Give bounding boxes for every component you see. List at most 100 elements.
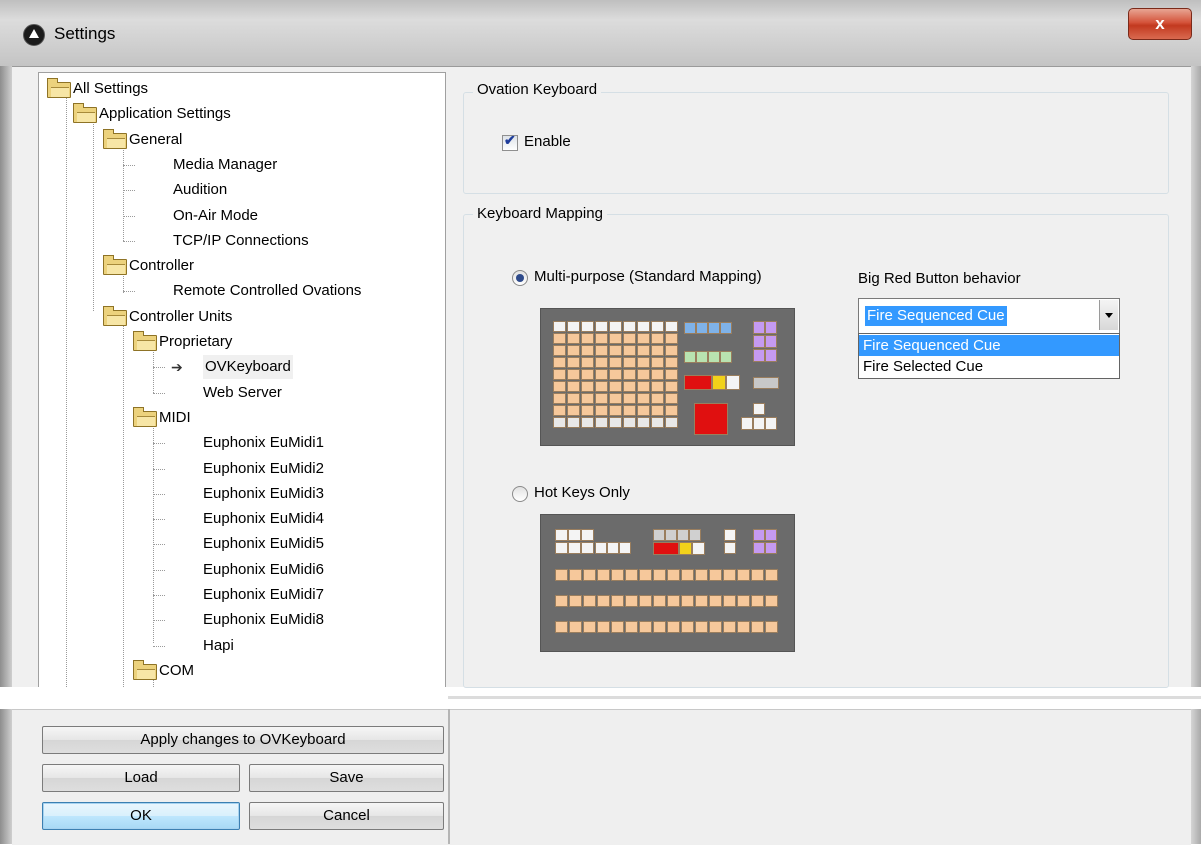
keyboard-key — [553, 369, 566, 380]
keyboard-key — [639, 595, 652, 607]
tree-line — [153, 468, 165, 470]
tree-node-label: OVKeyboard — [203, 355, 293, 380]
keyboard-key — [765, 321, 777, 334]
keyboard-key — [567, 369, 580, 380]
tree-node-label: Controller Units — [129, 307, 233, 325]
keyboard-key — [751, 621, 764, 633]
close-button[interactable]: x — [1128, 8, 1192, 40]
keyboard-key — [724, 542, 736, 554]
hot-keys-only-label[interactable]: Hot Keys Only — [534, 484, 630, 501]
tree-node[interactable]: Euphonix EuMidi7 — [39, 583, 443, 607]
dropdown-option[interactable]: Fire Selected Cue — [859, 356, 1119, 377]
keyboard-key — [581, 381, 594, 392]
tree-node[interactable]: Hapi — [39, 634, 443, 658]
keyboard-key — [595, 345, 608, 356]
tree-node[interactable]: On-Air Mode — [39, 204, 443, 228]
keyboard-key — [651, 333, 664, 344]
keyboard-key — [581, 345, 594, 356]
tree-node[interactable]: All Settings — [39, 77, 443, 101]
load-button[interactable]: Load — [42, 764, 240, 792]
keyboard-key — [567, 405, 580, 416]
tree-node[interactable]: MIDI — [39, 406, 443, 430]
tree-node[interactable]: Euphonix EuMidi6 — [39, 558, 443, 582]
tree-node[interactable]: Controller — [39, 254, 443, 278]
keyboard-key — [623, 381, 636, 392]
tree-node[interactable]: Proprietary — [39, 330, 443, 354]
keyboard-key — [553, 381, 566, 392]
save-button[interactable]: Save — [249, 764, 444, 792]
tree-node-label: Euphonix EuMidi1 — [203, 434, 324, 452]
keyboard-key — [653, 595, 666, 607]
tree-node[interactable]: General — [39, 128, 443, 152]
ok-button[interactable]: OK — [42, 802, 240, 830]
ovation-keyboard-group-label: Ovation Keyboard — [473, 81, 602, 98]
keyboard-key — [653, 529, 665, 541]
enable-checkbox[interactable]: ✔ — [502, 132, 518, 151]
tree-node[interactable]: Euphonix EuMidi5 — [39, 532, 443, 556]
tree-node[interactable]: Euphonix EuMidi4 — [39, 507, 443, 531]
tree-node-label: Controller — [129, 257, 195, 275]
keyboard-key — [665, 369, 678, 380]
keyboard-key — [581, 417, 594, 428]
keyboard-key — [569, 621, 582, 633]
big-red-button-dropdown[interactable]: Fire Sequenced Cue Fire Selected Cue — [858, 333, 1120, 379]
keyboard-key — [765, 569, 778, 581]
tree-node[interactable]: Web Server — [39, 381, 443, 405]
keyboard-key — [567, 321, 580, 332]
keyboard-key — [637, 321, 650, 332]
keyboard-key — [609, 405, 622, 416]
hot-keys-only-radio[interactable] — [512, 486, 528, 502]
tree-node[interactable]: Media Manager — [39, 153, 443, 177]
tree-node[interactable]: TCP/IP Connections — [39, 229, 443, 253]
keyboard-key — [609, 333, 622, 344]
tree-node[interactable]: Remote Controlled Ovations — [39, 279, 443, 303]
tree-line — [153, 443, 165, 445]
keyboard-key — [611, 595, 624, 607]
tree-node[interactable]: Euphonix EuMidi3 — [39, 482, 443, 506]
dropdown-option[interactable]: Fire Sequenced Cue — [859, 335, 1119, 356]
keyboard-key — [625, 569, 638, 581]
tree-node[interactable]: Euphonix EuMidi1 — [39, 431, 443, 455]
enable-label[interactable]: Enable — [524, 133, 571, 150]
checkmark-icon: ✔ — [504, 132, 516, 148]
keyboard-key — [553, 405, 566, 416]
keyboard-key — [553, 417, 566, 428]
keyboard-key — [651, 393, 664, 404]
big-red-button-value: Fire Sequenced Cue — [865, 306, 1007, 326]
multi-purpose-label[interactable]: Multi-purpose (Standard Mapping) — [534, 268, 762, 285]
keyboard-key — [723, 621, 736, 633]
big-red-button-select[interactable]: Fire Sequenced Cue — [858, 298, 1120, 334]
settings-tree[interactable]: All Settings Application Settings General M… — [38, 72, 446, 688]
title-bar[interactable]: Settings x — [0, 0, 1201, 67]
keyboard-key — [623, 405, 636, 416]
keyboard-key — [609, 381, 622, 392]
tree-node[interactable]: ➔ OVKeyboard — [39, 355, 443, 380]
keyboard-key — [555, 595, 568, 607]
apply-changes-button[interactable]: Apply changes to OVKeyboard — [42, 726, 444, 754]
tree-node-label: Euphonix EuMidi7 — [203, 586, 324, 603]
chevron-down-icon[interactable] — [1099, 300, 1118, 330]
multi-purpose-radio[interactable] — [512, 270, 528, 286]
tree-node[interactable]: Application Settings — [39, 102, 443, 126]
tree-node-label: Euphonix EuMidi5 — [203, 535, 324, 553]
tree-node[interactable]: Euphonix EuMidi8 — [39, 608, 443, 632]
cancel-button[interactable]: Cancel — [249, 802, 444, 830]
keyboard-key — [555, 569, 568, 581]
keyboard-key — [595, 357, 608, 368]
tree-line — [153, 493, 165, 495]
keyboard-key — [623, 393, 636, 404]
window-title: Settings — [54, 24, 116, 43]
tree-node[interactable]: Controller Units — [39, 305, 443, 329]
tree-node[interactable]: Euphonix EuMidi2 — [39, 457, 443, 481]
keyboard-key — [637, 333, 650, 344]
folder-icon — [133, 331, 157, 351]
keyboard-key — [597, 569, 610, 581]
keyboard-key — [637, 381, 650, 392]
tree-node[interactable]: Audition — [39, 178, 443, 202]
keyboard-key — [569, 595, 582, 607]
tree-node[interactable]: COM — [39, 659, 443, 683]
keyboard-key — [568, 542, 581, 554]
tree-node-label: MIDI — [159, 408, 191, 426]
keyboard-key — [689, 529, 701, 541]
folder-icon — [103, 305, 127, 326]
